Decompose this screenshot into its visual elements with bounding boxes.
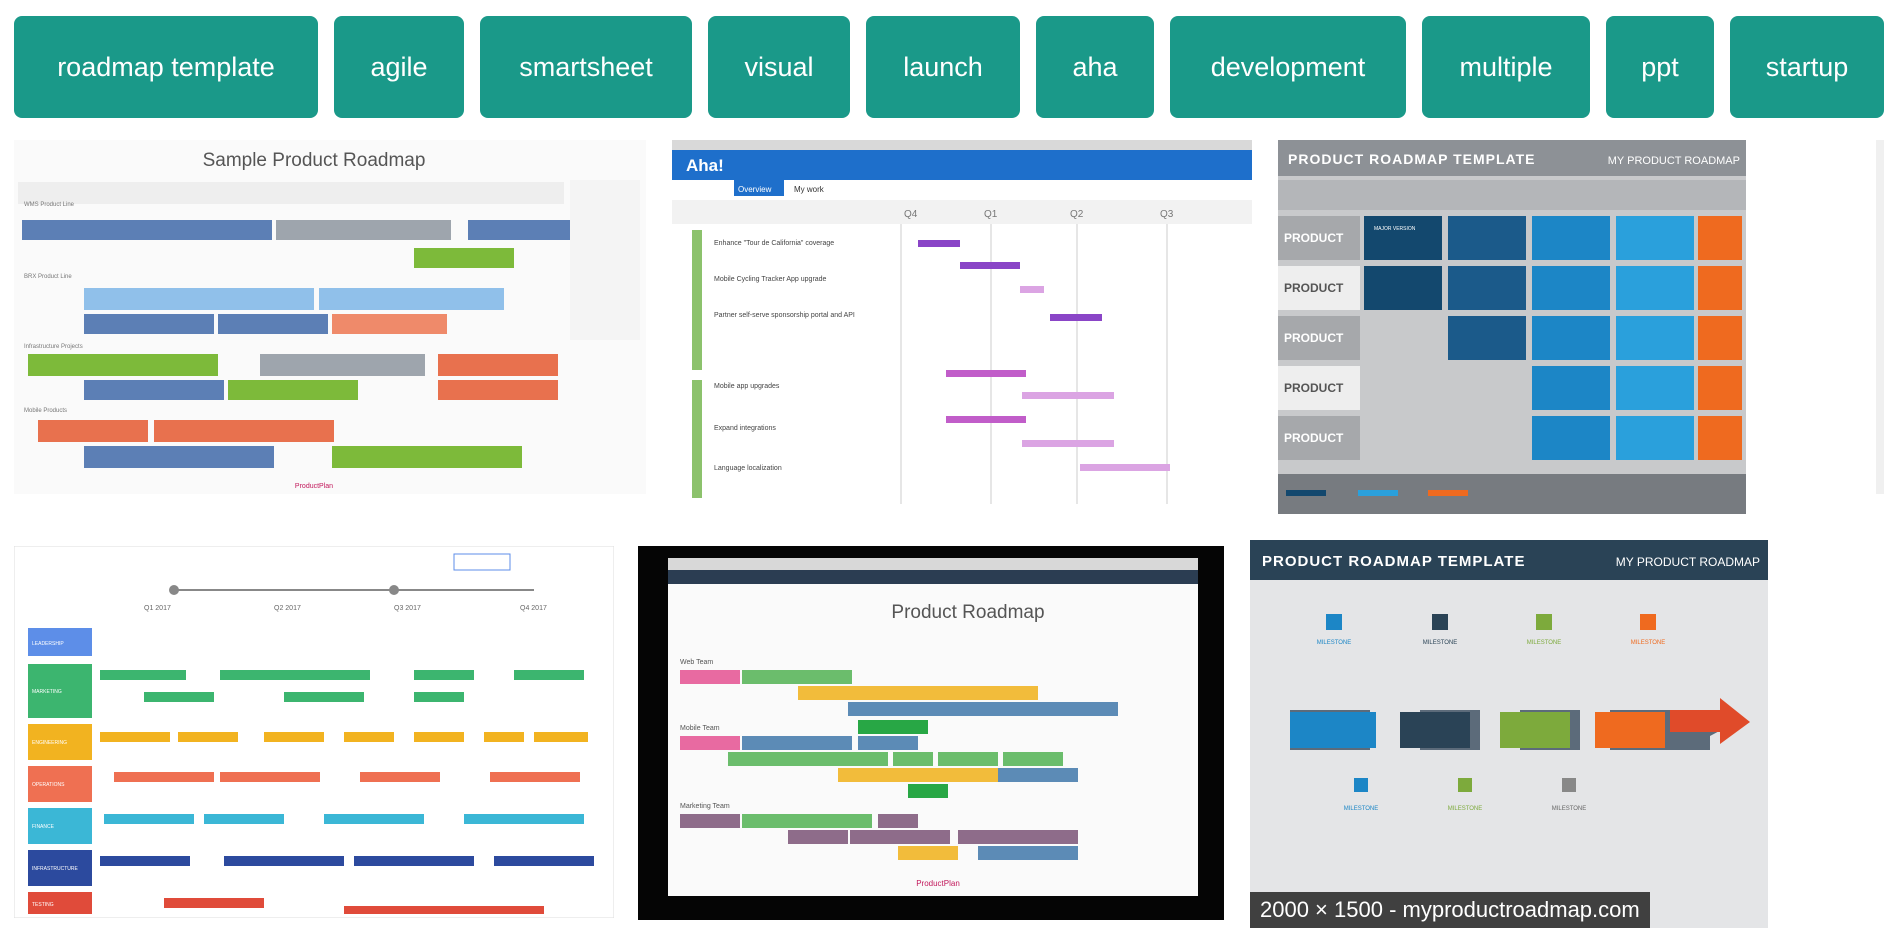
image-result-productplan-roadmap[interactable]: Product Roadmap Web Team Mobile Team Mar… [638, 546, 1224, 920]
svg-text:MILESTONE: MILESTONE [1552, 806, 1587, 812]
svg-text:Partner self-serve sponsorship: Partner self-serve sponsorship portal an… [714, 312, 855, 319]
svg-text:MY PRODUCT ROADMAP: MY PRODUCT ROADMAP [1608, 155, 1740, 167]
svg-text:Overview: Overview [738, 185, 772, 194]
chip-multiple[interactable]: multiple [1422, 16, 1590, 118]
svg-text:MILESTONE: MILESTONE [1317, 640, 1352, 646]
svg-text:PRODUCT: PRODUCT [1284, 381, 1344, 395]
roadmap-title: Sample Product Roadmap [203, 150, 426, 171]
svg-text:PRODUCT ROADMAP TEMPLATE: PRODUCT ROADMAP TEMPLATE [1262, 553, 1525, 570]
svg-text:PRODUCT: PRODUCT [1284, 331, 1344, 345]
chip-aha[interactable]: aha [1036, 16, 1154, 118]
svg-text:FINANCE: FINANCE [32, 824, 55, 830]
svg-text:MILESTONE: MILESTONE [1423, 640, 1458, 646]
image-result-product-roadmap-template-milestones[interactable]: PRODUCT ROADMAP TEMPLATE MY PRODUCT ROAD… [1250, 540, 1768, 928]
chip-roadmap-template[interactable]: roadmap template [14, 16, 318, 118]
chip-smartsheet[interactable]: smartsheet [480, 16, 692, 118]
svg-text:OPERATIONS: OPERATIONS [32, 782, 65, 788]
svg-text:PRODUCT: PRODUCT [1284, 231, 1344, 245]
svg-text:Mobile app upgrades: Mobile app upgrades [714, 383, 780, 390]
svg-text:MILESTONE: MILESTONE [1527, 640, 1562, 646]
svg-text:ENGINEERING: ENGINEERING [32, 740, 67, 746]
image-result-product-roadmap-template-grid[interactable]: PRODUCT ROADMAP TEMPLATE MY PRODUCT ROAD… [1278, 140, 1746, 514]
image-result-aha-roadmap[interactable]: Aha! Overview My work Q4 Q1 Q2 Q3 Enhanc… [672, 140, 1252, 514]
svg-text:My work: My work [794, 185, 825, 194]
lane-label: WMS Product Line [24, 202, 75, 208]
chip-visual[interactable]: visual [708, 16, 850, 118]
svg-text:MY PRODUCT ROADMAP: MY PRODUCT ROADMAP [1616, 555, 1760, 569]
svg-text:Infrastructure Projects: Infrastructure Projects [24, 344, 83, 350]
svg-text:Expand integrations: Expand integrations [714, 425, 776, 432]
roadmap-title: Product Roadmap [891, 602, 1044, 623]
svg-text:MILESTONE: MILESTONE [1344, 806, 1379, 812]
svg-text:Q2: Q2 [1070, 209, 1084, 220]
svg-text:MARKETING: MARKETING [32, 689, 62, 695]
svg-text:Q4: Q4 [904, 209, 918, 220]
chip-agile[interactable]: agile [334, 16, 464, 118]
svg-text:TESTING: TESTING [32, 902, 54, 908]
svg-text:Q4 2017: Q4 2017 [520, 605, 547, 612]
svg-text:Q3: Q3 [1160, 209, 1174, 220]
image-result-team-roadmap[interactable]: Q1 2017 Q2 2017 Q3 2017 Q4 2017 LEADERSH… [14, 546, 614, 918]
svg-text:Language localization: Language localization [714, 465, 782, 472]
chip-startup[interactable]: startup [1730, 16, 1884, 118]
svg-text:Mobile Products: Mobile Products [24, 408, 67, 414]
svg-text:PRODUCT: PRODUCT [1284, 281, 1344, 295]
svg-text:Web Team: Web Team [680, 659, 713, 666]
svg-text:Q2 2017: Q2 2017 [274, 605, 301, 612]
chip-development[interactable]: development [1170, 16, 1406, 118]
aha-logo: Aha! [686, 156, 724, 175]
svg-text:ProductPlan: ProductPlan [295, 483, 333, 490]
svg-text:Mobile Team: Mobile Team [680, 725, 720, 732]
image-result-sample-product-roadmap[interactable]: Sample Product Roadmap WMS Product Line … [14, 140, 646, 494]
svg-text:MILESTONE: MILESTONE [1448, 806, 1483, 812]
chip-ppt[interactable]: ppt [1606, 16, 1714, 118]
svg-text:Mobile Cycling Tracker App upg: Mobile Cycling Tracker App upgrade [714, 276, 827, 283]
svg-text:MAJOR VERSION: MAJOR VERSION [1374, 226, 1416, 232]
image-caption: 2000 × 1500 - myproductroadmap.com [1250, 892, 1650, 928]
related-searches-bar: roadmap template agile smartsheet visual… [0, 0, 1884, 120]
svg-text:Q1: Q1 [984, 209, 998, 220]
svg-text:Q3 2017: Q3 2017 [394, 605, 421, 612]
svg-text:Q1 2017: Q1 2017 [144, 605, 171, 612]
svg-text:BRX Product Line: BRX Product Line [24, 274, 72, 280]
svg-text:INFRASTRUCTURE: INFRASTRUCTURE [32, 866, 78, 872]
svg-text:Marketing Team: Marketing Team [680, 803, 730, 810]
svg-text:PRODUCT: PRODUCT [1284, 431, 1344, 445]
svg-text:MILESTONE: MILESTONE [1631, 640, 1666, 646]
chip-launch[interactable]: launch [866, 16, 1020, 118]
svg-text:ProductPlan: ProductPlan [916, 879, 960, 888]
svg-text:LEADERSHIP: LEADERSHIP [32, 641, 64, 647]
svg-text:PRODUCT ROADMAP TEMPLATE: PRODUCT ROADMAP TEMPLATE [1288, 151, 1535, 167]
svg-text:Enhance "Tour de California" c: Enhance "Tour de California" coverage [714, 240, 834, 247]
image-result-partial[interactable] [1876, 140, 1884, 494]
